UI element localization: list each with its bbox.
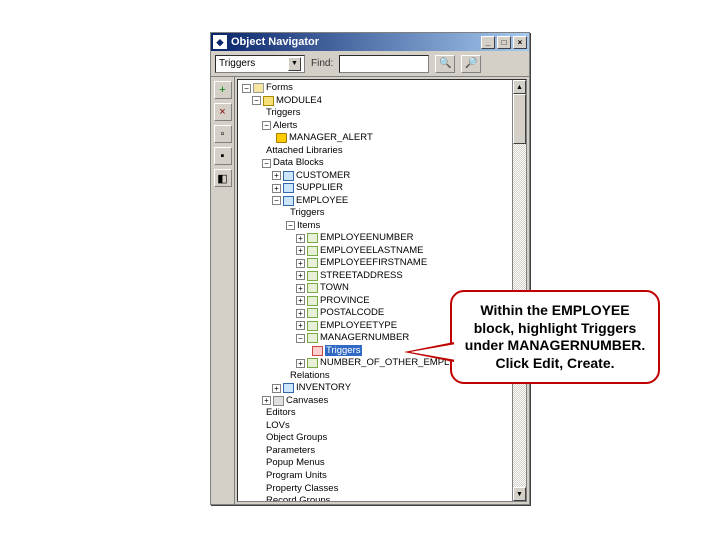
expander-icon[interactable]: + [272,184,281,193]
app-icon: ◆ [213,35,227,49]
expander-icon[interactable]: − [262,159,271,168]
tree-node-item[interactable]: +EMPLOYEEFIRSTNAME [242,257,524,270]
category-combo-value: Triggers [219,58,255,69]
tree-node-attached-libs[interactable]: Attached Libraries [242,145,524,158]
tree-node-block-customer[interactable]: +CUSTOMER [242,170,524,183]
expander-icon[interactable]: − [286,221,295,230]
maximize-button[interactable]: □ [497,36,511,49]
tree-node-alert-item[interactable]: MANAGER_ALERT [242,132,524,145]
expander-icon[interactable]: − [272,196,281,205]
expander-icon[interactable]: − [242,84,251,93]
item-icon [307,233,318,243]
scroll-down-button[interactable]: ▼ [513,487,526,501]
tool-button[interactable]: ◧ [214,169,232,187]
tree-node-canvases[interactable]: +Canvases [242,395,524,408]
expander-icon[interactable]: + [262,396,271,405]
collapse-button[interactable]: ▪ [214,147,232,165]
scroll-up-button[interactable]: ▲ [513,80,526,94]
expander-icon[interactable]: + [296,284,305,293]
item-icon [307,333,318,343]
tree-node-property-classes[interactable]: Property Classes [242,483,524,496]
instruction-callout: Within the EMPLOYEE block, highlight Tri… [450,290,660,384]
expander-icon[interactable]: + [296,359,305,368]
find-back-button[interactable]: 🔎 [461,55,481,73]
callout-text: Within the EMPLOYEE block, highlight Tri… [465,302,645,371]
item-icon [307,283,318,293]
expander-icon[interactable]: + [296,296,305,305]
tree-node-parameters[interactable]: Parameters [242,445,524,458]
title-bar: ◆ Object Navigator _ □ × [211,33,529,51]
item-icon [307,321,318,331]
block-icon [283,196,294,206]
tree-node-item[interactable]: +EMPLOYEELASTNAME [242,245,524,258]
item-icon [307,271,318,281]
find-forward-button[interactable]: 🔍 [435,55,455,73]
item-icon [307,246,318,256]
tree-node-popup-menus[interactable]: Popup Menus [242,457,524,470]
find-label: Find: [311,58,333,69]
tree-node-emp-triggers[interactable]: Triggers [242,207,524,220]
window-controls: _ □ × [481,36,527,49]
close-button[interactable]: × [513,36,527,49]
item-icon [307,358,318,368]
item-icon [307,296,318,306]
triggers-icon [312,346,323,356]
tree-node-lovs[interactable]: LOVs [242,420,524,433]
expand-button[interactable]: ▫ [214,125,232,143]
toolbar: Triggers ▼ Find: 🔍 🔎 [211,51,529,77]
expander-icon[interactable]: + [296,309,305,318]
find-input[interactable] [339,55,429,73]
scroll-thumb[interactable] [513,94,526,144]
tree-node-data-blocks[interactable]: −Data Blocks [242,157,524,170]
expander-icon[interactable]: − [262,121,271,130]
minimize-button[interactable]: _ [481,36,495,49]
tree-node-emp-items[interactable]: −Items [242,220,524,233]
expander-icon[interactable]: + [296,321,305,330]
tree-node-item[interactable]: +EMPLOYEENUMBER [242,232,524,245]
alert-icon [276,133,287,143]
expander-icon[interactable]: + [296,246,305,255]
item-icon [307,258,318,268]
create-button[interactable]: + [214,81,232,99]
canvas-icon [273,396,284,406]
tree-node-block-inventory[interactable]: +INVENTORY [242,382,524,395]
expander-icon[interactable]: + [296,259,305,268]
tree-node-triggers[interactable]: Triggers [242,107,524,120]
tree-node-module[interactable]: −MODULE4 [242,95,524,108]
expander-icon[interactable]: + [296,271,305,280]
side-toolbar: + × ▫ ▪ ◧ [211,77,235,504]
module-icon [263,96,274,106]
tree-node-program-units[interactable]: Program Units [242,470,524,483]
forms-icon [253,83,264,93]
category-combo[interactable]: Triggers ▼ [215,55,305,73]
tree-node-object-groups[interactable]: Object Groups [242,432,524,445]
tree-node-item[interactable]: +STREETADDRESS [242,270,524,283]
block-icon [283,383,294,393]
block-icon [283,171,294,181]
object-navigator-window: ◆ Object Navigator _ □ × Triggers ▼ Find… [210,32,530,505]
expander-icon[interactable]: + [296,234,305,243]
chevron-down-icon[interactable]: ▼ [288,57,301,71]
tree-node-record-groups[interactable]: Record Groups [242,495,524,501]
delete-button[interactable]: × [214,103,232,121]
window-title: Object Navigator [231,36,319,48]
tree-node-forms[interactable]: −Forms [242,82,524,95]
item-icon [307,308,318,318]
expander-icon[interactable]: − [296,334,305,343]
block-icon [283,183,294,193]
tree-node-block-supplier[interactable]: +SUPPLIER [242,182,524,195]
tree-node-alerts[interactable]: −Alerts [242,120,524,133]
tree-node-editors[interactable]: Editors [242,407,524,420]
expander-icon[interactable]: + [272,384,281,393]
tree-node-block-employee[interactable]: −EMPLOYEE [242,195,524,208]
expander-icon[interactable]: − [252,96,261,105]
expander-icon[interactable]: + [272,171,281,180]
